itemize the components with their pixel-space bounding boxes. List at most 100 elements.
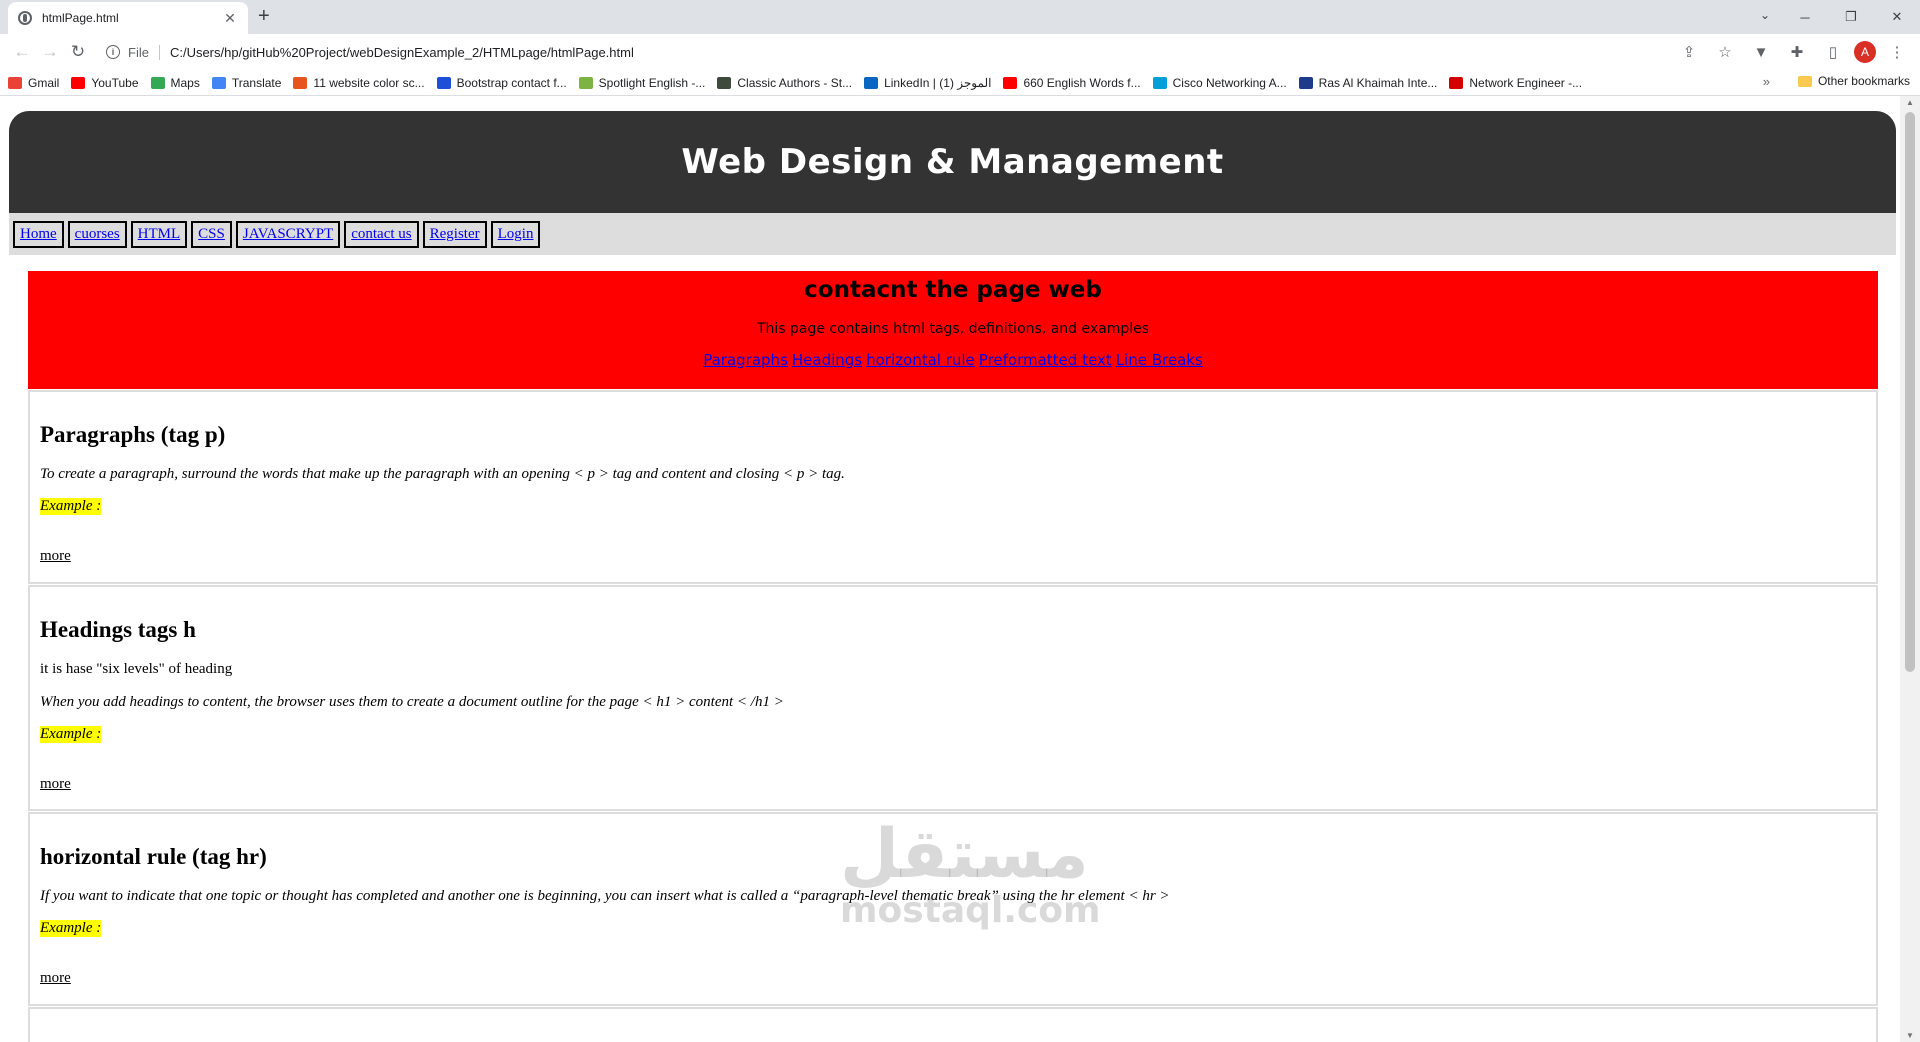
profile-avatar[interactable]: A [1854,41,1876,63]
bookmark-item[interactable]: Classic Authors - St... [717,76,852,90]
bookmark-star-icon[interactable]: ☆ [1710,38,1740,66]
new-tab-icon[interactable]: + [258,5,270,28]
restore-icon[interactable]: ❐ [1828,0,1874,34]
bookmark-favicon-icon [293,76,308,89]
tab-search-icon[interactable]: ⌄ [1760,8,1770,22]
bookmark-favicon-icon [1449,76,1464,89]
bookmark-favicon-icon [211,76,226,89]
section-headings: Headings tags h it is hase "six levels" … [28,585,1878,811]
bookmark-item[interactable]: 11 website color sc... [293,75,425,90]
tab-title: htmlPage.html [42,11,119,25]
folder-icon [1797,75,1812,87]
scroll-up-icon[interactable]: ▲ [1900,98,1920,107]
toolbar-actions: ⇪ ☆ ▼ ✚ ▯ A ⋮ [1674,38,1912,66]
more-link[interactable]: more [40,970,71,987]
nav-home[interactable]: Home [13,220,64,248]
anchor-preformatted-text[interactable]: Preformatted text [979,351,1112,369]
site-title: Web Design & Management [681,142,1224,182]
window-controls: ─ ❐ ✕ [1782,0,1920,34]
section-plain-text: it is hase "six levels" of heading [40,661,233,677]
bookmark-item[interactable]: Translate [211,75,282,90]
bookmark-label: Gmail [28,75,60,90]
watermark-logo: مستقل mostaql.com [840,820,1101,932]
hero-banner: contacnt the page web This page contains… [28,271,1878,389]
anchor-paragraphs[interactable]: Paragraphs [703,351,788,369]
bookmark-favicon-icon [150,76,165,89]
url-text[interactable]: C:/Users/hp/gitHub%20Project/webDesignEx… [170,45,1668,60]
anchor-horizontal-rule[interactable]: horizontal rule [866,351,975,369]
nav-register[interactable]: Register [422,220,487,248]
bookmark-item[interactable]: Spotlight English -... [578,75,706,90]
hero-heading: contacnt the page web [804,277,1102,303]
bookmark-label: Maps [170,75,200,90]
bookmark-item[interactable]: Gmail [8,76,59,90]
nav-login[interactable]: Login [490,220,541,248]
bookmark-label: Network Engineer -... [1469,75,1583,90]
bookmark-label: Classic Authors - St... [737,75,853,90]
watermark-latin: mostaql.com [840,890,1101,931]
other-bookmarks[interactable]: Other bookmarks [1797,74,1910,88]
forward-icon[interactable]: → [36,38,64,66]
back-icon[interactable]: ← [8,38,36,66]
page-scrollbar[interactable]: ▲ ▼ [1900,96,1920,1042]
bookmark-item[interactable]: Bootstrap contact f... [436,76,567,90]
bookmark-label: YouTube [91,75,139,90]
site-header: Web Design & Management [9,111,1896,213]
extensions-puzzle-icon[interactable]: ✚ [1782,38,1812,66]
bookmarks-bar: Gmail YouTube Maps Translate 11 website colo… [0,70,1920,96]
section-paragraphs: Paragraphs (tag p) To create a paragraph… [28,390,1878,584]
bookmark-favicon-icon [71,76,86,89]
bookmark-item[interactable]: Ras Al Khaimah Inte... [1298,75,1438,90]
section-heading: Headings tags h [40,617,196,642]
example-label: Example : [40,920,102,937]
site-nav: Home cuorses HTML CSS JAVASCRYPT contact… [9,213,1896,255]
minimize-icon[interactable]: ─ [1782,0,1828,34]
bookmark-favicon-icon [1152,76,1167,89]
bookmark-item[interactable]: YouTube [71,75,139,90]
address-bar[interactable]: i File C:/Users/hp/gitHub%20Project/webD… [100,38,1674,66]
bookmark-favicon-icon [864,76,879,89]
globe-icon [18,11,32,25]
side-panel-icon[interactable]: ▯ [1818,38,1848,66]
nav-css[interactable]: CSS [191,220,232,248]
bookmark-label: 660 English Words f... [1023,75,1141,90]
scroll-down-icon[interactable]: ▼ [1900,1031,1920,1040]
bookmark-item[interactable]: 660 English Words f... [1003,75,1141,90]
section-next-partial [28,1007,1878,1042]
hero-subtitle: This page contains html tags, definition… [756,321,1150,337]
nav-html[interactable]: HTML [130,220,188,248]
bookmark-label: Spotlight English -... [598,75,706,90]
info-icon[interactable]: i [106,45,120,59]
bookmark-favicon-icon [8,76,22,89]
bookmark-item[interactable]: Maps [150,75,200,90]
bookmarks-overflow-icon[interactable]: » [1763,74,1770,89]
nav-courses[interactable]: cuorses [67,220,127,248]
bookmark-label: Translate [231,75,282,90]
bookmark-label: Cisco Networking A... [1172,75,1287,90]
bookmark-item[interactable]: LinkedIn | الموجز (1) [864,76,991,90]
section-description: When you add headings to content, the br… [40,694,784,710]
anchor-line-breaks[interactable]: Line Breaks [1116,351,1203,369]
anchor-headings[interactable]: Headings [792,351,862,369]
bookmark-item[interactable]: Network Engineer -... [1449,76,1582,90]
close-window-icon[interactable]: ✕ [1874,0,1920,34]
extension-v-icon[interactable]: ▼ [1746,38,1776,66]
scrollbar-thumb[interactable] [1905,112,1915,672]
nav-javascript[interactable]: JAVASCRYPT [235,220,341,248]
close-tab-icon[interactable]: ✕ [222,10,238,27]
menu-kebab-icon[interactable]: ⋮ [1882,38,1912,66]
scheme-label: File [128,44,160,60]
share-icon[interactable]: ⇪ [1674,38,1704,66]
example-label: Example : [40,498,102,515]
bookmark-label: 11 website color sc... [313,75,425,90]
reload-icon[interactable]: ↻ [64,38,92,66]
bookmark-label: Ras Al Khaimah Inte... [1318,75,1438,90]
bookmark-item[interactable]: Cisco Networking A... [1152,75,1287,90]
more-link[interactable]: more [40,776,71,793]
bookmark-favicon-icon [1003,76,1018,89]
browser-toolbar: ← → ↻ i File C:/Users/hp/gitHub%20Projec… [0,34,1920,70]
nav-contact-us[interactable]: contact us [344,220,419,248]
browser-tab[interactable]: htmlPage.html ✕ [8,2,248,34]
bookmark-favicon-icon [717,76,732,89]
more-link[interactable]: more [40,548,71,565]
